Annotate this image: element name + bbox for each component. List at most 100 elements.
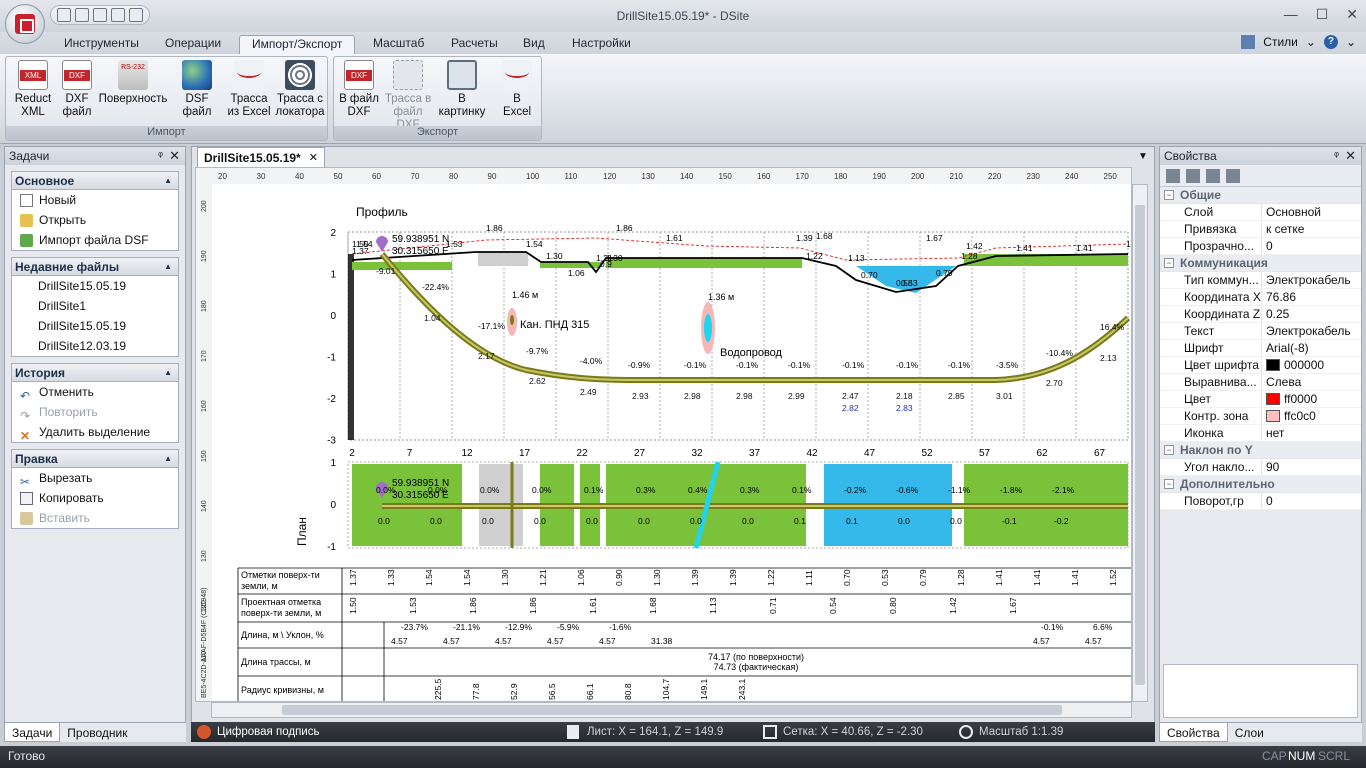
property-value[interactable]: Arial(-8) [1262, 340, 1309, 356]
property-value[interactable]: ff0000 [1262, 391, 1317, 407]
redo-item[interactable]: ↷ Повторить [12, 402, 178, 423]
surface-button[interactable]: Поверхность [98, 60, 168, 106]
sort-az-icon[interactable] [1186, 169, 1200, 183]
dsf-file-button[interactable]: DSF файл [178, 60, 216, 119]
property-row[interactable]: Поворот,гр 0 [1160, 493, 1361, 510]
copy-item[interactable]: Копировать [12, 488, 178, 508]
property-value[interactable]: 76.86 [1262, 289, 1296, 305]
digital-signature[interactable]: Цифровая подпись [217, 722, 319, 742]
undo-item[interactable]: ↶ Отменить [12, 382, 178, 403]
property-value[interactable]: 90 [1262, 459, 1279, 475]
property-value[interactable]: Основной [1262, 204, 1321, 220]
tab-layers[interactable]: Слои [1228, 723, 1271, 742]
import-dsf-item[interactable]: Импорт файла DSF [12, 230, 178, 250]
tab-operations[interactable]: Операции [153, 35, 233, 54]
property-row[interactable]: Координата Z 0.25 [1160, 306, 1361, 323]
property-row[interactable]: Прозрачно... 0 [1160, 238, 1361, 255]
chevron-down-icon[interactable]: ▼ [1138, 151, 1148, 162]
property-pages-icon[interactable] [1206, 169, 1220, 183]
route-from-locator-button[interactable]: Трасса с локатора [274, 60, 326, 119]
property-category[interactable]: − Дополнительно [1160, 476, 1361, 493]
export-dxf-button[interactable]: В файлDXF [338, 60, 380, 119]
recent-file[interactable]: DrillSite12.03.19 [12, 336, 178, 356]
scroll-thumb[interactable] [282, 705, 1062, 715]
property-value[interactable]: нет [1262, 425, 1284, 441]
property-row[interactable]: Шрифт Arial(-8) [1160, 340, 1361, 357]
recent-file[interactable]: DrillSite15.05.19 [12, 316, 178, 336]
scroll-thumb[interactable] [1135, 205, 1145, 685]
minimize-button[interactable]: — [1284, 6, 1298, 23]
property-value[interactable]: к сетке [1262, 221, 1304, 237]
tab-calculations[interactable]: Расчеты [439, 35, 510, 54]
drawing-canvas[interactable]: 20 30 40 50 60 70 80 90 100 110 120 130 140 150 160 170… [195, 167, 1132, 702]
property-category[interactable]: − Наклон по Y [1160, 442, 1361, 459]
tab-import-export[interactable]: Импорт/Экспорт [239, 35, 356, 54]
property-category[interactable]: − Коммуникация [1160, 255, 1361, 272]
recent-file[interactable]: DrillSite15.05.19 [12, 276, 178, 296]
tab-tasks[interactable]: Задачи [4, 723, 61, 742]
tab-scale[interactable]: Масштаб [361, 35, 436, 54]
property-value[interactable]: 000000 [1262, 357, 1324, 373]
paste-item[interactable]: Вставить [12, 508, 178, 528]
route-to-dxf-button[interactable]: Трасса в файл DXF [382, 60, 434, 132]
vertical-scrollbar[interactable] [1132, 184, 1148, 702]
close-tab-icon[interactable]: ✕ [309, 149, 318, 167]
property-row[interactable]: Выравнива... Слева [1160, 374, 1361, 391]
property-row[interactable]: Координата X 76.86 [1160, 289, 1361, 306]
close-icon[interactable]: ✕ [1345, 147, 1356, 165]
property-value[interactable]: ffc0c0 [1262, 408, 1316, 424]
cut-item[interactable]: ✂ Вырезать [12, 468, 178, 489]
chevron-down-icon[interactable]: ⌄ [1346, 35, 1356, 49]
new-item[interactable]: Новый [12, 190, 178, 210]
tab-settings[interactable]: Настройки [560, 35, 643, 54]
reduct-xml-button[interactable]: ReductXML [10, 60, 56, 119]
recent-file[interactable]: DrillSite1 [12, 296, 178, 316]
close-icon[interactable]: ✕ [169, 147, 180, 165]
property-value[interactable]: 0.25 [1262, 306, 1289, 322]
collapse-icon[interactable]: − [1164, 445, 1174, 455]
property-row[interactable]: Привязка к сетке [1160, 221, 1361, 238]
collapse-icon[interactable]: − [1164, 258, 1174, 268]
property-row[interactable]: Текст Электрокабель [1160, 323, 1361, 340]
delete-selection-item[interactable]: ✕ Удалить выделение [12, 422, 178, 443]
close-button[interactable]: ✕ [1346, 6, 1358, 23]
recent-section-title[interactable]: Недавние файлы [12, 258, 178, 276]
open-item[interactable]: Открыть [12, 210, 178, 230]
history-section-title[interactable]: История [12, 364, 178, 382]
maximize-button[interactable]: ☐ [1316, 6, 1329, 23]
property-value[interactable]: Электрокабель [1262, 272, 1351, 288]
property-row[interactable]: Иконка нет [1160, 425, 1361, 442]
categorized-icon[interactable] [1166, 169, 1180, 183]
tab-tools[interactable]: Инструменты [52, 35, 151, 54]
chevron-down-icon[interactable]: ⌄ [1306, 35, 1316, 49]
property-row[interactable]: Цвет ff0000 [1160, 391, 1361, 408]
property-row[interactable]: Угол накло... 90 [1160, 459, 1361, 476]
property-category[interactable]: − Общие [1160, 187, 1361, 204]
export-picture-button[interactable]: Вкартинку [436, 60, 488, 119]
route-from-excel-button[interactable]: Трасса из Excel [226, 60, 272, 119]
property-row[interactable]: Контр. зона ffc0c0 [1160, 408, 1361, 425]
property-value[interactable]: 0 [1262, 493, 1273, 509]
property-row[interactable]: Тип коммун... Электрокабель [1160, 272, 1361, 289]
property-row[interactable]: Цвет шрифта 000000 [1160, 357, 1361, 374]
tab-view[interactable]: Вид [511, 35, 557, 54]
document-tab[interactable]: DrillSite15.05.19* ✕ [197, 147, 325, 167]
tab-properties[interactable]: Свойства [1159, 723, 1228, 742]
horizontal-scrollbar[interactable] [211, 702, 1132, 718]
dxf-file-button[interactable]: DXFфайл [58, 60, 96, 119]
application-button[interactable] [5, 4, 45, 44]
profile-drawing[interactable]: 20 30 40 50 60 70 80 90 100 110 120 130 140 150 160 170… [196, 168, 1132, 702]
collapse-icon[interactable]: − [1164, 190, 1174, 200]
pin-icon[interactable]: ᵠ [1334, 147, 1339, 165]
help-icon[interactable]: ? [1323, 35, 1338, 49]
property-value[interactable]: Слева [1262, 374, 1301, 390]
tab-explorer[interactable]: Проводник [60, 723, 134, 742]
collapse-icon[interactable]: − [1164, 479, 1174, 489]
main-section-title[interactable]: Основное [12, 172, 178, 190]
property-value[interactable]: Электрокабель [1262, 323, 1351, 339]
styles-menu[interactable]: Стили [1263, 35, 1298, 49]
property-value[interactable]: 0 [1262, 238, 1273, 254]
pin-icon[interactable]: ᵠ [158, 147, 163, 165]
events-icon[interactable] [1226, 169, 1240, 183]
edit-section-title[interactable]: Правка [12, 450, 178, 468]
